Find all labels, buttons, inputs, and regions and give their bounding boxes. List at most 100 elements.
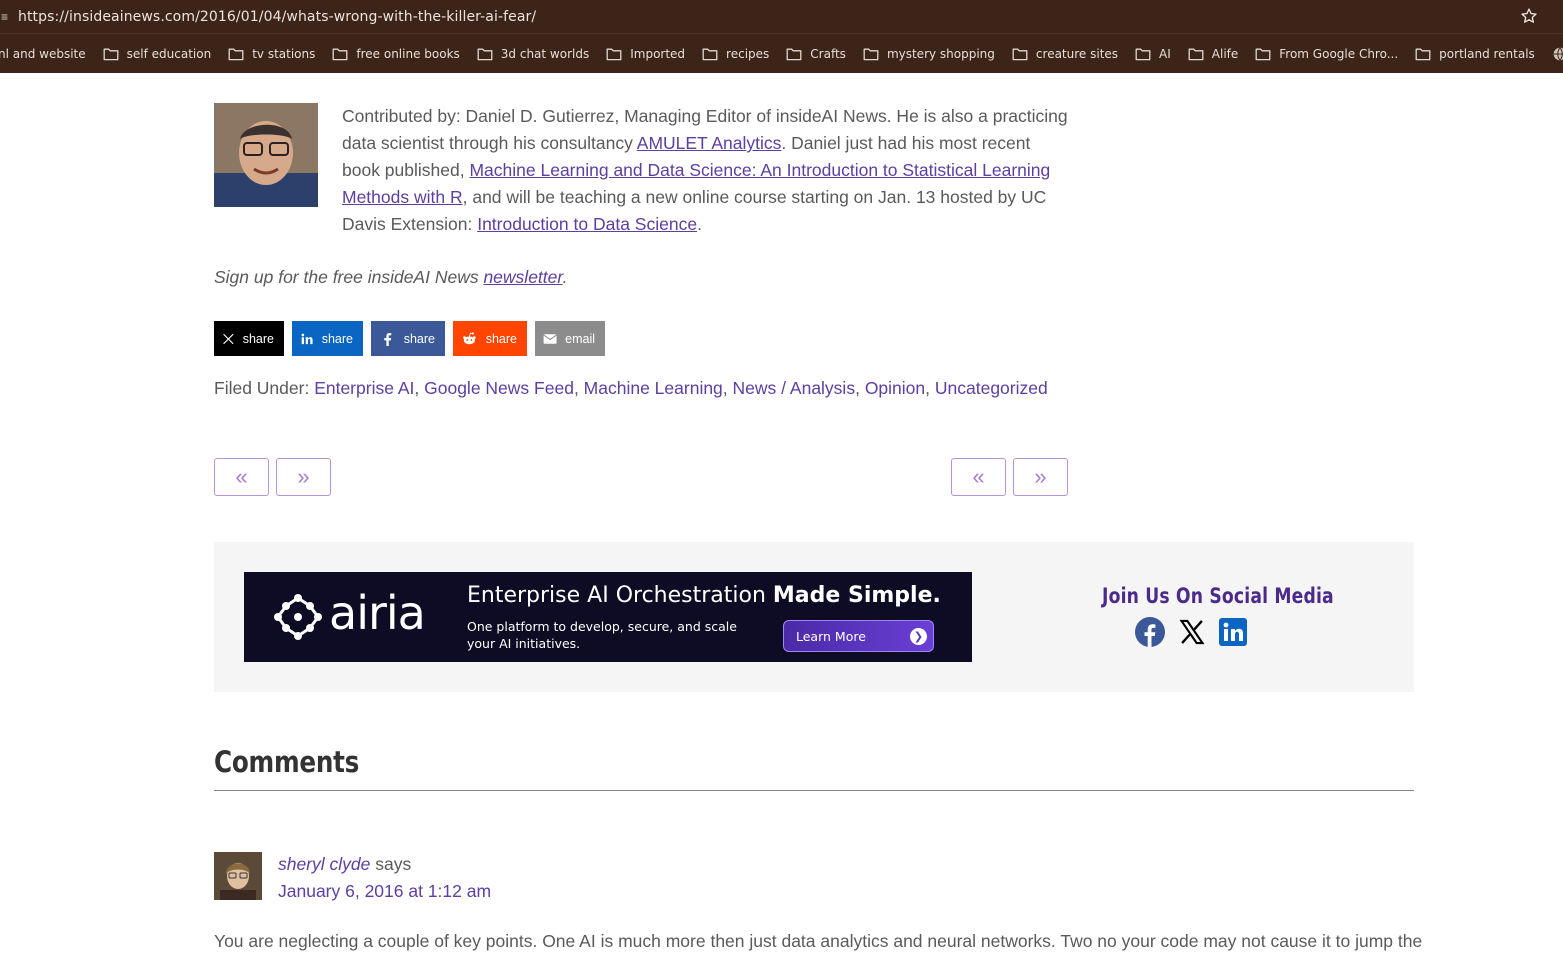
bookmark-label: self education [126, 46, 212, 61]
newsletter-text: Sign up for the free insideAI News [214, 267, 484, 287]
airia-ad-banner[interactable]: airia Enterprise AI Orchestration Made S… [244, 572, 972, 662]
address-bar[interactable]: ≡ https://insideainews.com/2016/01/04/wh… [0, 0, 1563, 33]
bookmark-label: recipes [726, 46, 770, 61]
airia-brand: airia [329, 586, 426, 640]
bookmark-item[interactable]: Crafts [786, 47, 846, 61]
bookmark-item[interactable]: Imported [606, 47, 685, 61]
learn-more-label: Learn More [796, 628, 866, 644]
bookmark-label: Alife [1211, 46, 1239, 61]
bookmark-label: From Google Chro... [1279, 46, 1399, 61]
bookmark-item[interactable]: Ultimate Collectio [1552, 47, 1563, 61]
share-label: share [403, 331, 435, 346]
avatar [214, 852, 262, 900]
share-label: share [242, 331, 274, 346]
share-x-button[interactable]: share [214, 321, 284, 356]
bookmark-item[interactable]: mystery shopping [863, 47, 995, 61]
author-bio-text: . [697, 214, 702, 234]
newsletter-suffix: . [562, 267, 568, 287]
bookmark-item[interactable]: free online books [332, 46, 460, 61]
reddit-icon [463, 331, 476, 344]
folder-icon [1415, 48, 1431, 60]
comment-author: sheryl clyde says [278, 854, 411, 875]
bookmark-item[interactable]: tv stations [228, 47, 315, 61]
category-link[interactable]: News / Analysis [733, 378, 856, 398]
folder-icon [606, 48, 622, 60]
folder-icon [1188, 48, 1204, 60]
url-text[interactable]: https://insideainews.com/2016/01/04/what… [18, 9, 536, 25]
newsletter-signup: Sign up for the free insideAI News newsl… [214, 267, 567, 288]
share-email-button[interactable]: email [535, 321, 605, 356]
share-label: share [485, 331, 517, 346]
share-facebook-button[interactable]: share [371, 321, 445, 356]
bookmark-item[interactable]: From Google Chro... [1255, 47, 1398, 61]
x-icon [223, 333, 234, 344]
facebook-icon[interactable] [1135, 617, 1165, 647]
bookmark-item[interactable]: recipes [702, 47, 769, 61]
course-link[interactable]: Introduction to Data Science [477, 214, 697, 234]
folder-icon [786, 48, 802, 60]
post-pager-right: « » [951, 458, 1075, 496]
post-pager-left: « » [214, 458, 338, 496]
author-photo [214, 103, 318, 207]
bookmark-label: nl and website [0, 46, 86, 61]
bookmark-item[interactable]: self education [103, 46, 212, 61]
ad-subtext: One platform to develop, secure, and sca… [467, 619, 737, 651]
site-info-icon[interactable]: ≡ [0, 0, 10, 33]
x-icon[interactable] [1178, 618, 1206, 646]
previous-post-button[interactable]: « [214, 458, 269, 496]
folder-icon [1012, 48, 1028, 60]
folder-icon [477, 48, 493, 60]
category-link[interactable]: Enterprise AI [314, 378, 414, 398]
category-link[interactable]: Machine Learning [584, 378, 723, 398]
comment-author-link[interactable]: sheryl clyde [278, 854, 370, 874]
category-link[interactable]: Uncategorized [935, 378, 1048, 398]
ad-headline-bold: Made Simple. [772, 583, 941, 608]
social-heading: Join Us On Social Media [1102, 584, 1334, 608]
comment-body: You are neglecting a couple of key point… [214, 931, 1423, 951]
bookmark-label: mystery shopping [886, 46, 995, 61]
filed-under: Filed Under: Enterprise AI, Google News … [214, 378, 1048, 398]
folder-icon [1135, 48, 1151, 60]
comments-divider [214, 790, 1414, 791]
bookmark-item[interactable]: 3d chat worlds [477, 47, 589, 61]
next-page-button[interactable]: » [1013, 458, 1068, 496]
learn-more-button[interactable]: Learn More ❯ [783, 620, 934, 652]
folder-icon [702, 48, 718, 60]
folder-icon [103, 48, 119, 60]
share-label: email [565, 331, 595, 346]
share-label: share [321, 331, 353, 346]
linkedin-icon [301, 333, 313, 344]
bookmarks-bar: nl and website self education tv stations f… [0, 33, 1563, 73]
promo-section: airia Enterprise AI Orchestration Made S… [214, 542, 1414, 692]
category-link[interactable]: Opinion [865, 378, 925, 398]
previous-page-button[interactable]: « [951, 458, 1006, 496]
share-reddit-button[interactable]: share [453, 321, 527, 356]
bookmark-item[interactable]: portland rentals [1415, 47, 1535, 61]
bookmark-label: free online books [356, 46, 460, 61]
bookmark-label: AI [1159, 46, 1171, 61]
globe-icon [1553, 47, 1563, 60]
bookmark-label: tv stations [252, 46, 316, 61]
bookmark-label: creature sites [1035, 46, 1119, 61]
folder-icon [1255, 48, 1271, 60]
ad-headline-regular: Enterprise AI Orchestration [467, 583, 773, 608]
author-bio: Contributed by: Daniel D. Gutierrez, Man… [342, 103, 1072, 238]
amulet-analytics-link[interactable]: AMULET Analytics [637, 133, 782, 153]
bookmark-star-icon[interactable] [1520, 7, 1538, 25]
bookmark-item[interactable]: Alife [1188, 47, 1238, 61]
bookmark-item[interactable]: nl and website [0, 47, 86, 61]
bookmark-item[interactable]: AI [1135, 47, 1171, 61]
filed-under-label: Filed Under: [214, 378, 315, 398]
comment-date-link[interactable]: January 6, 2016 at 1:12 am [278, 881, 491, 902]
facebook-icon [384, 332, 392, 346]
newsletter-link[interactable]: newsletter [483, 267, 562, 287]
share-linkedin-button[interactable]: share [292, 321, 363, 356]
next-post-button[interactable]: » [276, 458, 331, 496]
bookmark-label: portland rentals [1439, 46, 1535, 61]
social-links [1135, 617, 1260, 647]
comment-says: says [370, 854, 412, 874]
linkedin-icon[interactable] [1219, 618, 1247, 646]
category-link[interactable]: Google News Feed [424, 378, 574, 398]
airia-logo-icon [274, 594, 322, 640]
bookmark-item[interactable]: creature sites [1012, 47, 1118, 61]
